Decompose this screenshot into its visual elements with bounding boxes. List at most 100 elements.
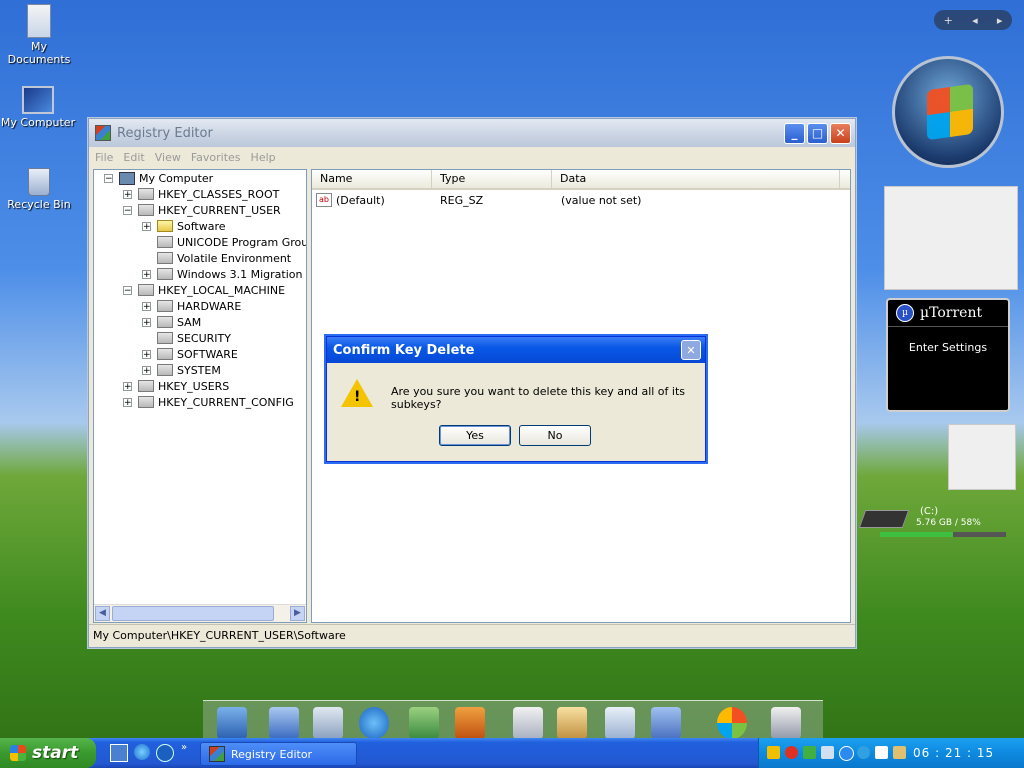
registry-editor-icon [209,746,225,762]
menu-file[interactable]: File [95,151,113,164]
tree-item-software[interactable]: + Software [142,218,226,234]
tree-horizontal-scrollbar[interactable]: ◀ ▶ [94,604,306,622]
expand-icon[interactable]: + [142,349,151,359]
dock-windows-orb-icon[interactable] [717,707,747,739]
tools-icon[interactable] [893,746,906,759]
minimize-button[interactable]: _ [784,122,805,144]
desktop-icon-label: Recycle Bin [7,198,71,211]
expand-icon[interactable]: + [142,221,151,231]
tree-item-security[interactable]: SECURITY [142,330,231,346]
maximize-button[interactable]: □ [807,122,828,144]
tree-item-hkcc[interactable]: + HKEY_CURRENT_CONFIG [123,394,294,410]
column-header-type[interactable]: Type [432,170,552,188]
utorrent-gadget[interactable]: µ µTorrent Enter Settings [886,298,1010,412]
dock-pictures-icon[interactable] [409,707,439,739]
tree-item-hardware[interactable]: + HARDWARE [142,298,241,314]
list-item[interactable]: ab (Default) REG_SZ (value not set) [316,192,641,208]
tree-item-my-computer[interactable]: − My Computer [104,170,213,186]
dock-recycle-bin-icon[interactable] [771,707,801,739]
scroll-thumb[interactable] [112,606,274,621]
dock-windows-icon[interactable] [269,707,299,739]
column-header-data[interactable]: Data [552,170,840,188]
gadget-blank-bottom[interactable] [948,424,1016,490]
gadget-blank-top[interactable] [884,186,1018,290]
desktop-icon-recycle-bin[interactable]: Recycle Bin [0,168,79,211]
add-gadget-icon[interactable]: + [944,14,953,27]
next-icon[interactable]: ▸ [997,14,1003,27]
scroll-left-icon[interactable]: ◀ [95,606,110,621]
expand-icon[interactable]: + [123,189,132,199]
quick-launch-more-icon[interactable]: » [181,742,187,753]
dock-settings-icon[interactable] [651,707,681,739]
dialog-titlebar[interactable]: Confirm Key Delete ✕ [327,337,705,363]
folder-icon [138,284,154,296]
tree-item-sam[interactable]: + SAM [142,314,201,330]
column-header-name[interactable]: Name [312,170,432,188]
expand-icon[interactable]: + [142,317,151,327]
dock-desktop-icon[interactable] [217,707,247,739]
volume-icon[interactable] [821,746,834,759]
tree-item-hkcr[interactable]: + HKEY_CLASSES_ROOT [123,186,279,202]
drive-usage-fill [880,532,954,537]
quick-launch-desktop-icon[interactable] [110,744,128,762]
tree-item-hklm[interactable]: − HKEY_LOCAL_MACHINE [123,282,285,298]
desktop-icon-my-computer[interactable]: My Computer [0,86,78,129]
key-tree[interactable]: − My Computer + HKEY_CLASSES_ROOT − HKEY… [93,169,307,623]
dock-documents-icon[interactable] [313,707,343,739]
dock-notes-icon[interactable] [605,707,635,739]
taskbar-item-registry-editor[interactable]: Registry Editor [200,742,357,766]
desktop-icon-my-documents[interactable]: My Documents [0,4,79,66]
tree-item-volatile-environment[interactable]: Volatile Environment [142,250,291,266]
menu-help[interactable]: Help [251,151,276,164]
expand-icon[interactable]: + [142,365,151,375]
expand-icon[interactable]: + [142,301,151,311]
folder-icon [157,252,173,264]
collapse-icon[interactable]: − [123,285,132,295]
sync-icon[interactable] [839,746,854,761]
yes-button[interactable]: Yes [439,425,511,446]
tree-item-system[interactable]: + SYSTEM [142,362,221,378]
windows-orb-icon[interactable] [892,56,1004,168]
confirm-key-delete-dialog[interactable]: Confirm Key Delete ✕ ! Are you sure you … [326,336,706,462]
tree-item-unicode-program-groups[interactable]: UNICODE Program Groups [142,234,306,250]
scroll-right-icon[interactable]: ▶ [290,606,305,621]
start-button[interactable]: start [0,738,96,768]
utorrent-settings-link[interactable]: Enter Settings [888,341,1008,354]
tree-item-hklm-software[interactable]: + SOFTWARE [142,346,238,362]
tree-item-hku[interactable]: + HKEY_USERS [123,378,229,394]
dialog-close-button[interactable]: ✕ [681,340,701,360]
folder-icon [157,300,173,312]
prev-icon[interactable]: ◂ [972,14,978,27]
network-icon[interactable] [803,746,816,759]
collapse-icon[interactable]: − [123,205,132,215]
dock-paint-icon[interactable] [557,707,587,739]
drive-gadget[interactable]: (C:) 5.76 GB / 58% [858,504,1010,544]
menu-edit[interactable]: Edit [123,151,144,164]
folder-icon [157,268,173,280]
alert-icon[interactable] [785,746,798,759]
value-data: (value not set) [561,193,642,207]
window-titlebar[interactable]: Registry Editor _ □ ✕ [89,119,855,147]
expand-icon[interactable]: + [142,269,151,279]
expand-icon[interactable]: + [123,397,132,407]
close-button[interactable]: ✕ [830,122,851,144]
quick-launch-ie-icon[interactable] [134,744,150,760]
dock-internet-explorer-icon[interactable] [359,707,389,739]
menu-bar: File Edit View Favorites Help [89,147,855,167]
dock-calculator-icon[interactable] [513,707,543,739]
menu-favorites[interactable]: Favorites [191,151,241,164]
quick-launch-app-icon[interactable] [156,744,174,762]
media-icon[interactable] [875,746,888,759]
security-shield-icon[interactable] [767,746,780,759]
no-button[interactable]: No [519,425,591,446]
expand-icon[interactable]: + [123,381,132,391]
dock-bar [203,700,823,741]
dock-media-player-icon[interactable] [455,707,485,739]
collapse-icon[interactable]: − [104,173,113,183]
utorrent-icon: µ [896,304,914,322]
antivirus-icon[interactable] [857,746,870,759]
tree-item-windows-migration-status[interactable]: + Windows 3.1 Migration Status [142,266,306,282]
menu-view[interactable]: View [155,151,181,164]
tree-item-hkcu[interactable]: − HKEY_CURRENT_USER [123,202,281,218]
status-path: My Computer\HKEY_CURRENT_USER\Software [93,629,346,642]
